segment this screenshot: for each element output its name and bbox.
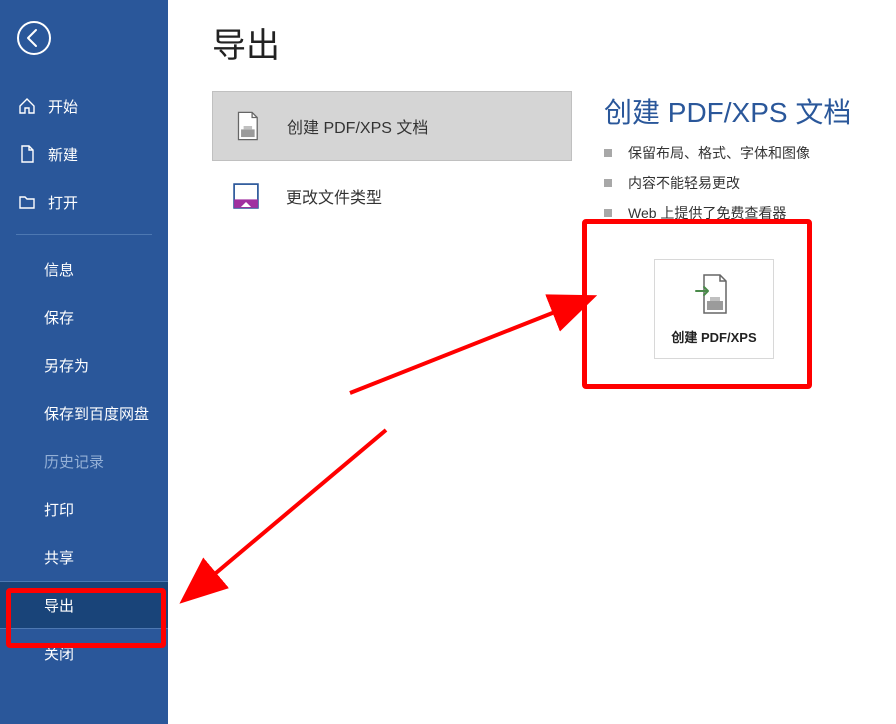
bullet-text: Web 上提供了免费查看器 — [628, 203, 786, 223]
detail-bullet: 保留布局、格式、字体和图像 — [604, 143, 852, 163]
sidebar-label: 保存到百度网盘 — [44, 403, 149, 424]
sidebar-item-new[interactable]: 新建 — [0, 130, 168, 178]
bullet-text: 保留布局、格式、字体和图像 — [628, 143, 810, 163]
sidebar-item-save-baidu[interactable]: 保存到百度网盘 — [0, 389, 168, 437]
create-pdf-xps-button[interactable]: 创建 PDF/XPS — [654, 259, 774, 359]
sidebar-label: 关闭 — [44, 643, 74, 664]
sidebar-item-info[interactable]: 信息 — [0, 245, 168, 293]
bullet-icon — [604, 209, 612, 217]
sidebar-item-open[interactable]: 打开 — [0, 178, 168, 226]
sidebar-divider — [16, 234, 152, 235]
sidebar-item-home[interactable]: 开始 — [0, 82, 168, 130]
export-detail: 创建 PDF/XPS 文档 保留布局、格式、字体和图像 内容不能轻易更改 Web… — [572, 91, 852, 359]
option-create-pdf-xps[interactable]: 创建 PDF/XPS 文档 — [212, 91, 572, 161]
bullet-text: 内容不能轻易更改 — [628, 173, 740, 193]
back-button[interactable] — [14, 18, 54, 58]
pdf-export-icon — [694, 273, 734, 317]
bullet-icon — [604, 179, 612, 187]
pdf-document-icon — [227, 106, 267, 146]
sidebar-label: 打印 — [44, 499, 74, 520]
sidebar-label: 共享 — [44, 547, 74, 568]
create-button-label: 创建 PDF/XPS — [671, 327, 756, 346]
detail-title: 创建 PDF/XPS 文档 — [604, 91, 852, 131]
option-change-file-type[interactable]: 更改文件类型 — [212, 161, 572, 231]
new-file-icon — [18, 145, 36, 163]
page-title: 导出 — [212, 18, 852, 67]
back-arrow-icon — [16, 20, 52, 56]
change-file-type-icon — [226, 176, 266, 216]
sidebar-label: 开始 — [48, 96, 78, 117]
export-options: 创建 PDF/XPS 文档 更改文件类型 — [212, 91, 572, 359]
sidebar-item-saveas[interactable]: 另存为 — [0, 341, 168, 389]
bullet-icon — [604, 149, 612, 157]
open-folder-icon — [18, 193, 36, 211]
home-icon — [18, 97, 36, 115]
main-content: 导出 创建 PDF/XPS 文档 — [168, 0, 896, 724]
sidebar-label: 信息 — [44, 259, 74, 280]
sidebar-item-share[interactable]: 共享 — [0, 533, 168, 581]
sidebar-label: 新建 — [48, 144, 78, 165]
sidebar-label: 保存 — [44, 307, 74, 328]
detail-bullet: Web 上提供了免费查看器 — [604, 203, 852, 223]
option-label: 创建 PDF/XPS 文档 — [287, 114, 428, 138]
sidebar-label: 历史记录 — [44, 451, 104, 472]
sidebar-item-print[interactable]: 打印 — [0, 485, 168, 533]
backstage-sidebar: 开始 新建 打开 信息 保存 另存为 保存到百度网盘 历史记录 — [0, 0, 168, 724]
sidebar-item-close[interactable]: 关闭 — [0, 629, 168, 677]
option-label: 更改文件类型 — [286, 184, 382, 208]
sidebar-label: 导出 — [44, 595, 74, 616]
sidebar-item-history: 历史记录 — [0, 437, 168, 485]
sidebar-label: 另存为 — [44, 355, 89, 376]
sidebar-item-save[interactable]: 保存 — [0, 293, 168, 341]
sidebar-label: 打开 — [48, 192, 78, 213]
detail-bullet: 内容不能轻易更改 — [604, 173, 852, 193]
sidebar-item-export[interactable]: 导出 — [0, 581, 168, 629]
